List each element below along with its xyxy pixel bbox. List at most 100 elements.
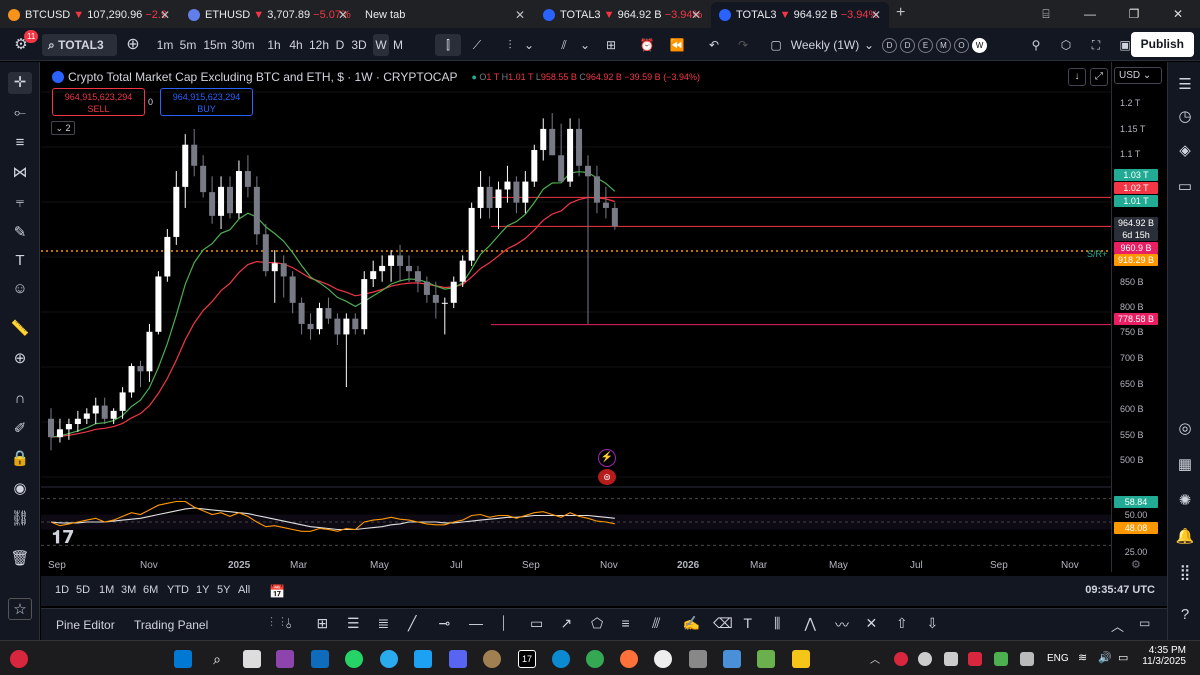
candle-body[interactable] — [549, 128, 556, 156]
candles-icon[interactable]: ⫿ — [435, 34, 461, 56]
close-tab-icon[interactable]: ✕ — [691, 8, 701, 22]
session-o[interactable]: O — [954, 37, 969, 53]
close-tab-icon[interactable]: ✕ — [338, 8, 348, 22]
range-All[interactable]: All — [238, 584, 250, 596]
firefox-icon[interactable] — [620, 650, 638, 668]
sell-button[interactable]: 964,915,623,294 SELL — [52, 88, 145, 116]
bell-icon[interactable]: 🔔 — [1174, 526, 1196, 548]
bitdefender-icon[interactable] — [968, 652, 982, 666]
interval-5m[interactable]: 5m — [178, 34, 198, 56]
long-position-icon[interactable]: ⫼ — [774, 615, 780, 632]
candle-body[interactable] — [146, 331, 153, 372]
fullscreen-icon[interactable]: ⛶ — [1086, 34, 1106, 56]
pitchfork-icon[interactable]: ⫰ — [286, 615, 292, 632]
redo-icon[interactable]: ↷ — [733, 34, 753, 56]
candle-body[interactable] — [92, 405, 99, 414]
forecast-icon[interactable]: ⫧ — [8, 192, 32, 214]
candle-body[interactable] — [602, 202, 609, 208]
close-tab-icon[interactable]: ✕ — [515, 8, 525, 22]
pattern-icon[interactable]: ⋈ — [8, 162, 32, 184]
watchlist-icon[interactable]: ☰ — [1174, 74, 1196, 96]
candle-body[interactable] — [370, 271, 377, 280]
onedrive-icon[interactable] — [918, 652, 932, 666]
interval-1h[interactable]: 1h — [264, 34, 284, 56]
notepad-icon[interactable] — [723, 650, 741, 668]
interval-15m[interactable]: 15m — [202, 34, 228, 56]
user-menu-button[interactable]: ⚙ 11 — [6, 30, 39, 56]
search-icon[interactable]: ⌕ — [208, 650, 226, 668]
pattern-tool-icon[interactable]: ⋀ — [805, 615, 816, 632]
telegram-icon[interactable] — [380, 650, 398, 668]
candle-body[interactable] — [531, 149, 538, 182]
edge-icon[interactable] — [552, 650, 570, 668]
templates-icon[interactable]: ⊞ — [601, 34, 621, 56]
candle-body[interactable] — [110, 410, 117, 419]
chevron-down-icon[interactable]: ⌄ — [522, 34, 536, 56]
candle-body[interactable] — [280, 263, 287, 277]
trendline-icon[interactable]: ⟜ — [8, 102, 32, 124]
candle-body[interactable] — [101, 405, 108, 419]
currency-select[interactable]: USD ⌄ — [1114, 67, 1162, 84]
grid-apps-icon[interactable]: ⣿ — [1174, 562, 1196, 584]
candle-body[interactable] — [200, 165, 207, 193]
layout-name[interactable]: Weekly (1W) — [790, 34, 860, 56]
interval-30m[interactable]: 30m — [230, 34, 256, 56]
candle-body[interactable] — [513, 181, 520, 203]
interval-D[interactable]: D — [332, 34, 348, 56]
outlook-icon[interactable] — [311, 650, 329, 668]
layout-icon[interactable]: ▢ — [766, 34, 786, 56]
task-view-icon[interactable] — [243, 650, 261, 668]
candle-body[interactable] — [585, 165, 591, 177]
candle-body[interactable] — [611, 207, 618, 227]
candle-body[interactable] — [48, 418, 54, 438]
candle-body[interactable] — [74, 418, 81, 425]
alert-icon[interactable]: ⏰ — [637, 34, 657, 56]
clock-app-icon[interactable] — [654, 650, 672, 668]
candle-body[interactable] — [56, 429, 63, 438]
candle-body[interactable] — [83, 413, 90, 419]
candlestick-chart[interactable] — [41, 62, 1111, 572]
lightning-event-icon[interactable]: ⚡ — [598, 449, 616, 467]
browser-tab-total3-active[interactable]: TOTAL3 ▼ 964.92 B −3.94% ✕ — [711, 2, 889, 28]
arrow-up-icon[interactable]: ⇧ — [896, 615, 908, 632]
tray-chevron-icon[interactable]: ︿ — [870, 651, 880, 666]
candle-body[interactable] — [218, 186, 225, 216]
horizontal-ray-icon[interactable]: — — [469, 615, 483, 631]
candle-body[interactable] — [593, 176, 600, 203]
favorites-icon[interactable]: ☆ — [8, 598, 32, 620]
wifi-icon[interactable]: ≋ — [1078, 651, 1087, 664]
crosshair-icon[interactable]: ✛ — [8, 72, 32, 94]
close-window-icon[interactable]: ✕ — [1156, 7, 1200, 21]
brush-icon[interactable]: ✎ — [8, 222, 32, 244]
maximize-pane-icon[interactable]: ⤢ — [1090, 68, 1108, 86]
clock-display[interactable]: 09:35:47 UTC — [1085, 584, 1155, 596]
tradingview-taskbar-icon[interactable]: 17 — [518, 650, 536, 668]
session-m[interactable]: M — [936, 37, 951, 53]
candle-body[interactable] — [522, 181, 529, 203]
ruler-icon[interactable]: 📏 — [8, 318, 32, 340]
twitter-icon[interactable] — [414, 650, 432, 668]
windows-start-icon[interactable] — [174, 650, 192, 668]
discord-icon[interactable] — [449, 650, 467, 668]
candle-body[interactable] — [450, 281, 457, 303]
file-explorer-icon[interactable] — [792, 650, 810, 668]
download-icon[interactable]: ↓ — [1068, 68, 1086, 86]
excel-icon[interactable] — [757, 650, 775, 668]
candle-body[interactable] — [432, 294, 439, 303]
alerts-clock-icon[interactable]: ◷ — [1174, 106, 1196, 128]
candle-body[interactable] — [271, 263, 278, 272]
session-e[interactable]: E — [918, 37, 933, 53]
tab-pine-editor[interactable]: Pine Editor — [56, 618, 115, 632]
session-d[interactable]: D — [882, 37, 897, 53]
target-icon[interactable]: ◎ — [1174, 418, 1196, 440]
brush-tool-icon[interactable]: ✍ — [683, 615, 700, 632]
candle-body[interactable] — [235, 171, 242, 214]
candle-body[interactable] — [414, 271, 421, 282]
session-d[interactable]: D — [900, 37, 915, 53]
network-icon[interactable]: ✺ — [1174, 490, 1196, 512]
candle-body[interactable] — [307, 323, 314, 330]
interval-12h[interactable]: 12h — [306, 34, 332, 56]
price-scale[interactable]: USD ⌄ 1.2 T 1.15 T 1.1 T 850 B 800 B 750 B 700… — [1111, 62, 1167, 572]
range-1M[interactable]: 1M — [99, 584, 114, 596]
candle-body[interactable] — [567, 128, 574, 182]
